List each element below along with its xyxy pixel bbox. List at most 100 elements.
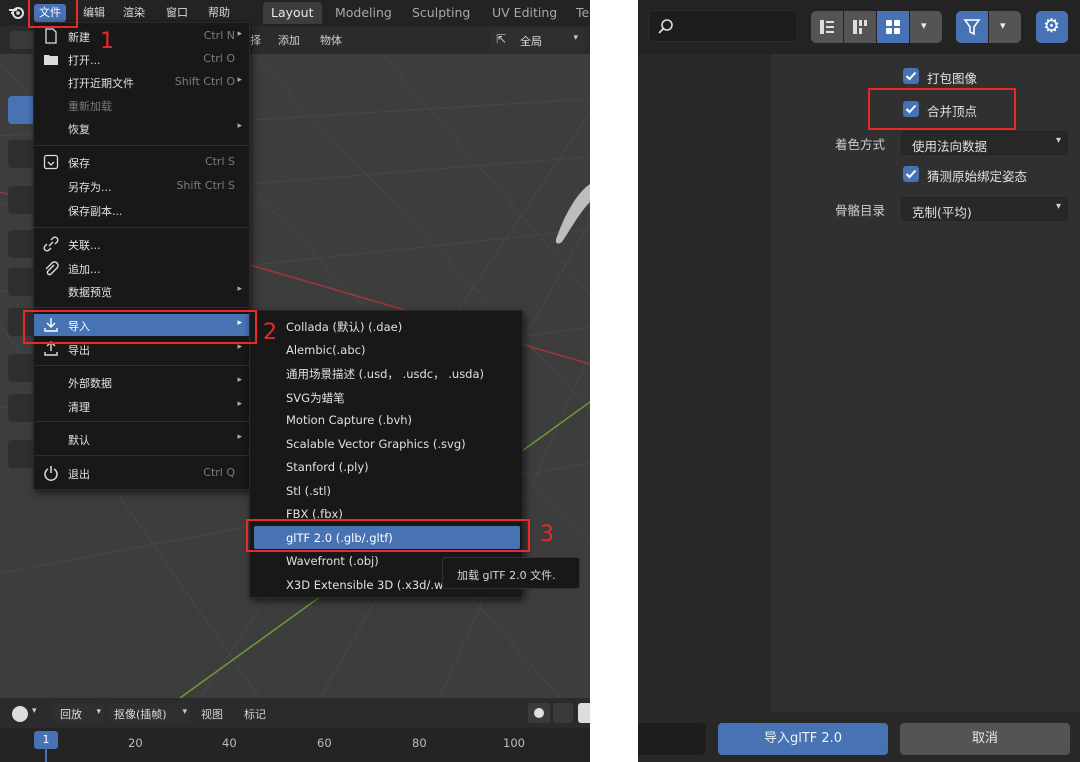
submenu-item-label: Alembic(.abc) (286, 342, 366, 357)
step-3-highlight (246, 519, 530, 552)
timeline-view-menu[interactable]: 视图 (201, 706, 223, 722)
file-menu-item-link[interactable]: 关联... (34, 233, 249, 255)
menu-object[interactable]: 物体 (320, 32, 342, 48)
orientation-icon: ⇱ (496, 32, 507, 46)
measure-tool-button[interactable] (8, 394, 36, 422)
gear-icon: ⚙ (1043, 15, 1061, 37)
import-item-svg-grease-pencil[interactable]: SVG为蜡笔 (250, 385, 522, 409)
cursor-tool-button[interactable] (8, 140, 36, 168)
bone-dir-dropdown[interactable]: 克制(平均) ▾ (901, 197, 1068, 221)
settings-button[interactable]: ⚙ (1036, 11, 1068, 43)
chevron-down-icon: ▾ (921, 19, 927, 32)
save-icon (43, 154, 59, 170)
menu-select[interactable]: 择 (250, 32, 261, 48)
editor-type-icon[interactable] (10, 31, 34, 49)
file-menu-item-external-data[interactable]: 外部数据 ▸ (34, 371, 249, 393)
import-item-alembic[interactable]: Alembic(.abc) (250, 338, 522, 362)
file-menu-dropdown: 新建 Ctrl N ▸ 打开... Ctrl O 打开近期文件 Shift Ct… (33, 22, 250, 490)
import-item-svg[interactable]: Scalable Vector Graphics (.svg) (250, 432, 522, 456)
submenu-item-label: SVG为蜡笔 (286, 390, 345, 405)
checkbox-checked[interactable] (903, 68, 919, 84)
annotate-tool-button[interactable] (8, 354, 36, 382)
import-item-bvh[interactable]: Motion Capture (.bvh) (250, 408, 522, 432)
file-menu-item-defaults[interactable]: 默认 ▸ (34, 428, 249, 450)
scale-tool-button[interactable] (8, 268, 36, 296)
shading-label: 着色方式 (835, 137, 886, 152)
record-button[interactable] (528, 703, 550, 723)
menu-item-label: 追加... (68, 263, 101, 276)
tab-layout[interactable]: Layout (263, 2, 322, 24)
menu-item-label: 导出 (68, 344, 90, 357)
search-input[interactable] (648, 10, 798, 42)
select-tool-button[interactable] (8, 96, 36, 124)
file-menu-item-save[interactable]: 保存 Ctrl S (34, 151, 249, 173)
chevron-down-icon: ▾ (32, 706, 37, 716)
filter-options-dropdown[interactable]: ▾ (989, 11, 1021, 43)
file-menu-item-data-previews[interactable]: 数据预览 ▸ (34, 280, 249, 302)
menu-render[interactable]: 渲染 (118, 4, 150, 22)
file-menu-item-open[interactable]: 打开... Ctrl O (34, 48, 249, 70)
chevron-down-icon: ▾ (182, 707, 187, 717)
shading-dropdown[interactable]: 使用法向数据 ▾ (901, 131, 1068, 155)
search-icon (658, 19, 673, 34)
menu-edit[interactable]: 编辑 (78, 4, 110, 22)
file-menu-item-recover[interactable]: 恢复 ▸ (34, 117, 249, 139)
play-controls-button[interactable] (578, 703, 590, 723)
tooltip-text: 加载 glTF 2.0 文件. (457, 569, 556, 582)
cancel-button[interactable]: 取消 (900, 723, 1070, 755)
file-menu-item-save-as[interactable]: 另存为... Shift Ctrl S (34, 175, 249, 197)
import-item-stl[interactable]: Stl (.stl) (250, 479, 522, 503)
playback-label: 回放 (60, 708, 82, 721)
option-guess-bind-pose[interactable]: 猜测原始绑定姿态 (903, 164, 1073, 186)
keying-label: 抠像(插帧) (114, 708, 167, 721)
file-menu-item-clean-up[interactable]: 清理 ▸ (34, 395, 249, 417)
tab-sculpting[interactable]: Sculpting (404, 2, 478, 24)
frame-tick-label: 40 (222, 736, 237, 750)
file-menu-item-save-copy[interactable]: 保存副本... (34, 199, 249, 221)
step-1-highlight (28, 0, 78, 28)
menu-item-label: 打开... (68, 54, 101, 67)
view-options-dropdown[interactable]: ▾ (910, 11, 942, 43)
playback-dropdown[interactable]: 回放 ▾ (52, 703, 104, 723)
paperclip-icon (45, 261, 59, 276)
file-menu-item-open-recent[interactable]: 打开近期文件 Shift Ctrl O ▸ (34, 71, 249, 93)
file-menu-item-quit[interactable]: 退出 Ctrl Q (34, 462, 249, 484)
filter-toggle-button[interactable] (956, 11, 988, 43)
current-frame-indicator[interactable]: 1 (34, 731, 58, 749)
menu-separator (34, 307, 249, 308)
power-icon (44, 466, 58, 481)
import-item-usd[interactable]: 通用场景描述 (.usd， .usdc， .usda) (250, 361, 522, 385)
filename-input[interactable] (638, 723, 706, 755)
add-cube-tool-button[interactable] (8, 440, 36, 468)
menu-window[interactable]: 窗口 (161, 4, 193, 22)
tab-texture[interactable]: Te (568, 2, 590, 24)
menu-add[interactable]: 添加 (278, 32, 300, 48)
import-item-collada[interactable]: Collada (默认) (.dae) (250, 314, 522, 338)
transform-orientation-dropdown[interactable]: ⇱ 全局 ▾ (490, 29, 584, 51)
move-tool-button[interactable] (8, 186, 36, 214)
gltf-tooltip: 加载 glTF 2.0 文件. (442, 557, 580, 589)
tab-uv-editing[interactable]: UV Editing (484, 2, 565, 24)
new-file-icon (45, 28, 57, 44)
menu-item-label: 另存为... (68, 181, 112, 194)
tab-modeling[interactable]: Modeling (327, 2, 400, 24)
keying-dropdown[interactable]: 抠像(插帧) ▾ (108, 703, 190, 723)
model-silhouette (555, 184, 590, 244)
timeline-marker-menu[interactable]: 标记 (244, 706, 266, 722)
import-gltf-button[interactable]: 导入glTF 2.0 (718, 723, 888, 755)
blender-logo-icon[interactable] (7, 4, 27, 22)
file-menu-item-new[interactable]: 新建 Ctrl N ▸ (34, 25, 249, 47)
option-pack-images[interactable]: 打包图像 (903, 66, 1073, 88)
clock-icon[interactable] (12, 706, 28, 722)
filter-icon (963, 19, 981, 36)
menu-item-label: 恢复 (68, 123, 90, 136)
folder-icon (44, 55, 58, 65)
checkbox-checked[interactable] (903, 166, 919, 182)
file-menu-item-append[interactable]: 追加... (34, 257, 249, 279)
rotate-tool-button[interactable] (8, 230, 36, 258)
import-item-ply[interactable]: Stanford (.ply) (250, 455, 522, 479)
chevron-down-icon: ▾ (96, 707, 101, 717)
menu-help[interactable]: 帮助 (203, 4, 235, 22)
tool-shelf (8, 96, 36, 476)
keyframe-button[interactable] (553, 703, 573, 723)
